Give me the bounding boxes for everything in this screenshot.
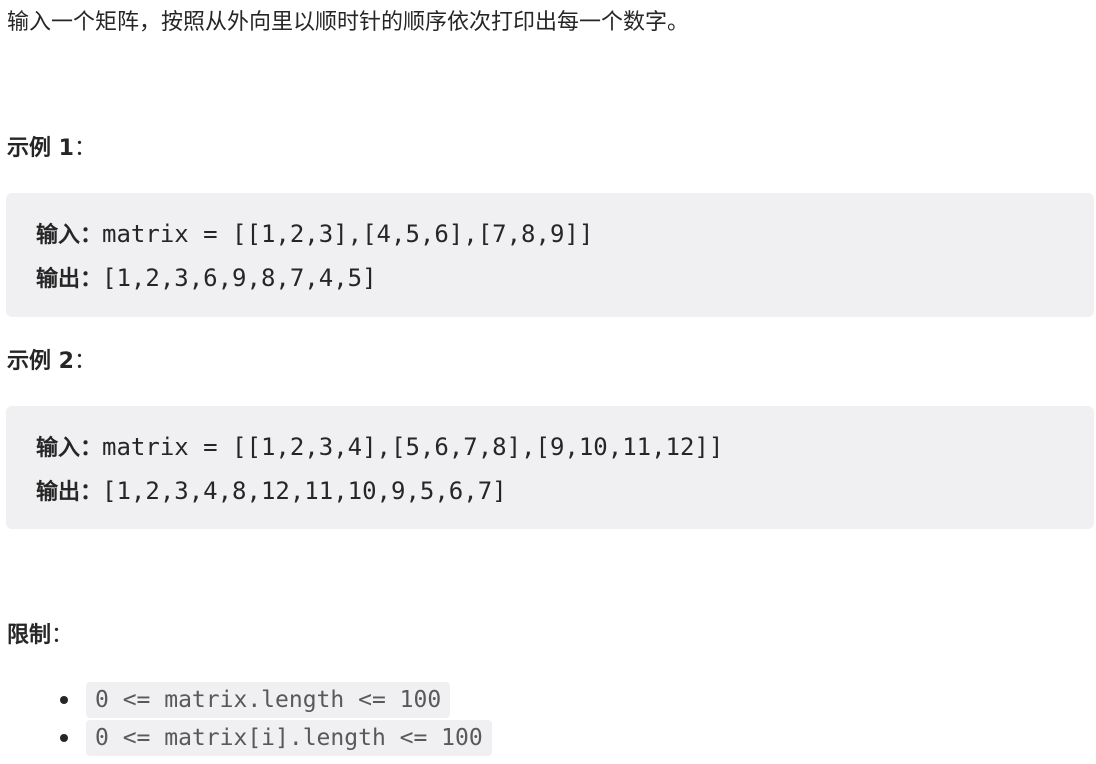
limits-title: 限制：	[7, 621, 73, 651]
example-1-output-label: 输出：	[36, 267, 103, 292]
example-2-title-text: 示例 2	[7, 349, 74, 374]
example-1-input-line: 输入：matrix = [[1,2,3],[4,5,6],[7,8,9]]	[36, 213, 1094, 257]
example-2-input-line: 输入：matrix = [[1,2,3,4],[5,6,7,8],[9,10,1…	[36, 426, 1094, 470]
example-2-input-label: 输入：	[36, 436, 103, 461]
example-1-title-colon: ：	[73, 136, 96, 161]
limits-title-colon: ：	[51, 623, 74, 648]
example-1-output-line: 输出：[1,2,3,6,9,8,7,4,5]	[36, 257, 1094, 301]
example-2-output-label: 输出：	[36, 480, 103, 505]
example-1-title: 示例 1：	[7, 134, 96, 164]
limit-item-code: 0 <= matrix[i].length <= 100	[86, 720, 492, 756]
problem-description: 输入一个矩阵，按照从外向里以顺时针的顺序依次打印出每一个数字。	[7, 10, 690, 35]
example-2-output-line: 输出：[1,2,3,4,8,12,11,10,9,5,6,7]	[36, 470, 1094, 514]
bullet-icon	[60, 696, 68, 704]
list-item: 0 <= matrix[i].length <= 100	[60, 719, 492, 757]
example-1-input-label: 输入：	[36, 223, 103, 248]
example-2-title-colon: ：	[73, 349, 96, 374]
example-2-output-value: [1,2,3,4,8,12,11,10,9,5,6,7]	[102, 477, 507, 505]
limits-title-text: 限制	[7, 623, 52, 648]
limit-item-code: 0 <= matrix.length <= 100	[86, 682, 451, 718]
example-1-code-block: 输入：matrix = [[1,2,3],[4,5,6],[7,8,9]] 输出…	[6, 193, 1094, 317]
example-1-input-value: matrix = [[1,2,3],[4,5,6],[7,8,9]]	[102, 220, 594, 248]
example-2-title: 示例 2：	[7, 347, 96, 377]
example-1-output-value: [1,2,3,6,9,8,7,4,5]	[102, 264, 377, 292]
limits-list: 0 <= matrix.length <= 100 0 <= matrix[i]…	[60, 681, 492, 757]
bullet-icon	[60, 734, 68, 742]
example-1-title-text: 示例 1	[7, 136, 74, 161]
example-2-code-block: 输入：matrix = [[1,2,3,4],[5,6,7,8],[9,10,1…	[6, 406, 1094, 529]
example-2-input-value: matrix = [[1,2,3,4],[5,6,7,8],[9,10,11,1…	[102, 433, 724, 461]
list-item: 0 <= matrix.length <= 100	[60, 681, 492, 719]
